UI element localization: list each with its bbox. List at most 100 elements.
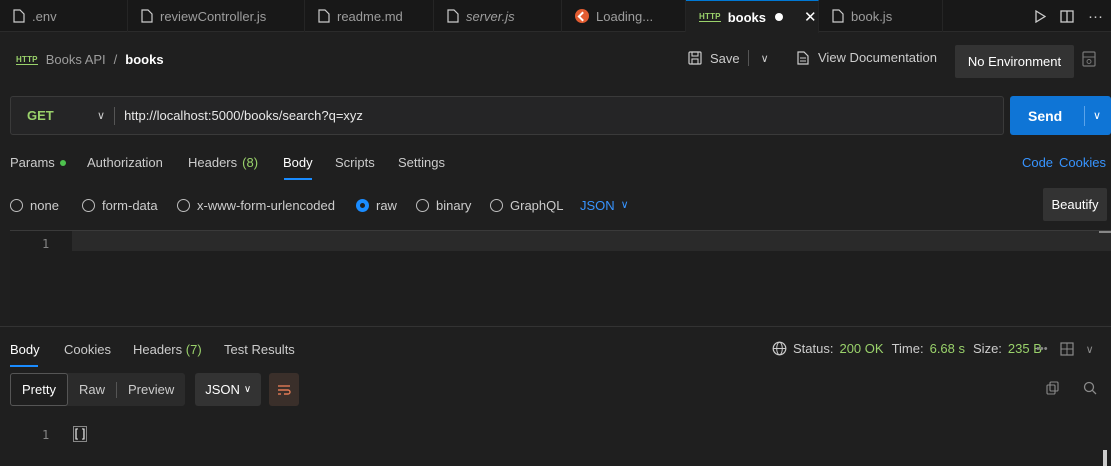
scrollbar-thumb[interactable] xyxy=(1103,450,1107,466)
close-icon[interactable]: ✕ xyxy=(804,8,817,26)
tab-books[interactable]: HTTP books ✕ xyxy=(686,0,819,33)
view-pretty[interactable]: Pretty xyxy=(10,373,68,406)
body-format-selector[interactable]: JSON ∨ xyxy=(580,198,629,213)
unsaved-dot-icon xyxy=(774,13,783,21)
send-label: Send xyxy=(1028,107,1063,124)
tab-readme[interactable]: readme.md xyxy=(305,0,434,32)
breadcrumb-separator: / xyxy=(113,52,118,67)
environment-selector[interactable]: No Environment xyxy=(955,45,1074,78)
save-button[interactable]: Save ∨ xyxy=(688,50,769,66)
response-body-actions xyxy=(1046,381,1097,395)
tab-response-headers[interactable]: Headers (7) xyxy=(133,342,202,357)
tab-env[interactable]: .env xyxy=(0,0,128,32)
chevron-down-icon: ∨ xyxy=(243,384,252,395)
radio-raw[interactable]: raw xyxy=(356,198,397,213)
radio-label: none xyxy=(30,198,59,213)
copy-icon[interactable] xyxy=(1046,381,1059,395)
split-editor-icon[interactable] xyxy=(1060,9,1074,23)
view-mode-switcher: Pretty Raw Preview xyxy=(10,373,186,406)
tab-review-controller[interactable]: reviewController.js xyxy=(128,0,305,32)
chevron-down-icon[interactable]: ∨ xyxy=(97,109,105,122)
radio-label: form-data xyxy=(102,198,158,213)
tab-settings[interactable]: Settings xyxy=(398,155,445,170)
tab-label: Loading... xyxy=(596,8,654,24)
radio-urlencoded[interactable]: x-www-form-urlencoded xyxy=(177,198,335,213)
tab-authorization[interactable]: Authorization xyxy=(87,155,163,170)
tab-loading[interactable]: Loading... xyxy=(562,0,686,32)
response-actions: ••• ∨ xyxy=(1036,342,1094,356)
view-raw[interactable]: Raw xyxy=(68,373,116,406)
chevron-down-icon[interactable]: ∨ xyxy=(1093,109,1101,122)
environment-settings-icon[interactable] xyxy=(1082,51,1096,67)
loading-icon xyxy=(575,9,589,23)
radio-circle xyxy=(10,199,23,212)
tab-label: Test Results xyxy=(224,342,295,357)
status-label: Status: xyxy=(793,341,834,356)
radio-circle xyxy=(416,199,429,212)
breadcrumb-parent[interactable]: Books API xyxy=(46,52,106,67)
radio-circle xyxy=(82,199,95,212)
tab-response-body[interactable]: Body xyxy=(10,342,40,357)
body-type-options: none form-data x-www-form-urlencoded raw… xyxy=(0,188,1111,224)
tab-label: book.js xyxy=(851,8,893,24)
cookies-link[interactable]: Cookies xyxy=(1059,155,1106,170)
request-header: HTTP Books API / books Save ∨ View Docum… xyxy=(0,33,1111,89)
tab-response-cookies[interactable]: Cookies xyxy=(64,342,111,357)
wrap-icon xyxy=(277,384,291,396)
tab-params[interactable]: Params xyxy=(10,155,66,170)
active-tab-indicator xyxy=(10,365,38,367)
more-icon[interactable]: ••• xyxy=(1036,343,1048,355)
method-selector[interactable]: GET xyxy=(27,108,97,123)
radio-circle xyxy=(490,199,503,212)
breadcrumb-current[interactable]: books xyxy=(125,52,163,67)
tab-book-js[interactable]: book.js xyxy=(819,0,943,32)
save-icon xyxy=(688,51,702,65)
view-documentation-label: View Documentation xyxy=(818,50,937,65)
beautify-button[interactable]: Beautify xyxy=(1043,188,1107,221)
chevron-down-icon[interactable]: ∨ xyxy=(1086,343,1094,356)
search-icon[interactable] xyxy=(1083,381,1097,395)
tab-body[interactable]: Body xyxy=(283,155,313,170)
file-icon xyxy=(141,9,153,23)
tab-scripts[interactable]: Scripts xyxy=(335,155,375,170)
tab-label: reviewController.js xyxy=(160,8,267,24)
time-value[interactable]: 6.68 s xyxy=(930,341,965,356)
chevron-down-icon[interactable]: ∨ xyxy=(761,52,769,65)
response-code: [] xyxy=(72,426,88,442)
tab-label: Authorization xyxy=(87,155,163,170)
tab-headers[interactable]: Headers (8) xyxy=(188,155,258,170)
more-icon[interactable]: ··· xyxy=(1088,8,1103,25)
tab-label: Body xyxy=(10,342,40,357)
response-body-viewer[interactable]: 1 [] xyxy=(10,416,1111,466)
response-format-selector[interactable]: JSON ∨ xyxy=(195,373,262,406)
divider xyxy=(747,50,749,66)
tab-test-results[interactable]: Test Results xyxy=(224,342,295,357)
radio-label: raw xyxy=(376,198,397,213)
view-preview[interactable]: Preview xyxy=(117,373,185,406)
radio-none[interactable]: none xyxy=(10,198,59,213)
url-input[interactable]: http://localhost:5000/books/search?q=xyz xyxy=(124,108,363,123)
tab-label: Body xyxy=(283,155,313,170)
line-number: 1 xyxy=(42,237,50,251)
response-status: Status: 200 OK Time: 6.68 s Size: 235 B xyxy=(772,341,1042,356)
response-tabs: Body Cookies Headers (7) Test Results St… xyxy=(0,330,1111,367)
radio-binary[interactable]: binary xyxy=(416,198,471,213)
line-number: 1 xyxy=(42,428,50,442)
view-documentation-button[interactable]: View Documentation xyxy=(797,50,937,65)
file-icon xyxy=(447,9,459,23)
globe-icon[interactable] xyxy=(772,341,787,356)
radio-form-data[interactable]: form-data xyxy=(82,198,158,213)
layout-icon[interactable] xyxy=(1059,342,1074,356)
wrap-lines-button[interactable] xyxy=(269,373,300,406)
send-button[interactable]: Send ∨ xyxy=(1010,96,1111,135)
radio-graphql[interactable]: GraphQL xyxy=(490,198,563,213)
panel-divider[interactable] xyxy=(0,326,1111,327)
run-icon[interactable] xyxy=(1034,9,1046,23)
tab-label: Headers xyxy=(133,342,183,357)
file-icon xyxy=(13,9,25,23)
tab-label: Scripts xyxy=(335,155,375,170)
request-body-editor[interactable]: 1 xyxy=(10,230,1111,324)
code-link[interactable]: Code xyxy=(1022,155,1053,170)
tab-label: .env xyxy=(32,8,57,24)
tab-server[interactable]: server.js xyxy=(434,0,562,32)
